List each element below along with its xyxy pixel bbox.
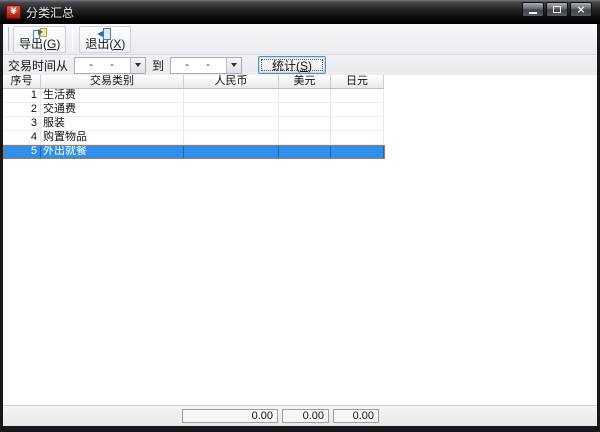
toolbar: 导出(G) 退出(X) <box>3 24 597 55</box>
minimize-icon <box>529 11 537 14</box>
row-category: 服装 <box>41 117 184 131</box>
maximize-icon <box>553 6 561 13</box>
date-from-value: - - <box>89 58 116 71</box>
close-icon: × <box>576 3 586 16</box>
row-usd <box>279 89 331 103</box>
table-row[interactable]: 4 购置物品 <box>3 131 385 145</box>
row-rmb <box>184 145 279 159</box>
window-controls: × <box>522 2 592 17</box>
table-row[interactable]: 1 生活费 <box>3 89 385 103</box>
table-header: 序号 交易类别 人民币 美元 日元 <box>3 75 385 89</box>
row-jpy <box>331 131 384 145</box>
row-usd <box>279 145 331 159</box>
maximize-button[interactable] <box>546 2 568 17</box>
row-jpy <box>331 117 384 131</box>
window-title: 分类汇总 <box>26 5 75 20</box>
summary-table: 序号 交易类别 人民币 美元 日元 1 生活费 2 交通费 3 服装 4 购置物… <box>3 75 597 405</box>
exit-icon <box>97 27 113 40</box>
filter-bar: 交易时间从 - - 到 - - 统计(S) <box>3 55 597 75</box>
date-to-dropdown-icon[interactable] <box>226 57 242 73</box>
toolbar-separator <box>72 27 74 51</box>
export-button[interactable]: 导出(G) <box>13 25 67 53</box>
app-icon-glyph: ¥ <box>10 6 17 17</box>
row-usd <box>279 103 331 117</box>
date-from-combo[interactable]: - - <box>74 56 147 74</box>
date-from-dropdown-icon[interactable] <box>130 57 146 73</box>
row-rmb <box>184 131 279 145</box>
close-button[interactable]: × <box>570 2 592 17</box>
row-usd <box>279 117 331 131</box>
total-rmb: 0.00 <box>182 409 278 423</box>
table-row[interactable]: 2 交通费 <box>3 103 385 117</box>
totals-bar: 0.00 0.00 0.00 <box>3 405 597 426</box>
column-header-rmb[interactable]: 人民币 <box>184 75 279 89</box>
exit-button[interactable]: 退出(X) <box>79 25 132 53</box>
export-icon <box>32 27 48 39</box>
table-row-selected[interactable]: 5 外出就餐 <box>3 145 385 159</box>
date-to-value: - - <box>185 58 212 71</box>
total-usd: 0.00 <box>282 409 329 423</box>
row-category: 生活费 <box>41 89 184 103</box>
row-no: 5 <box>3 145 41 159</box>
titlebar: ¥ 分类汇总 × <box>0 0 600 24</box>
column-header-no[interactable]: 序号 <box>3 75 41 89</box>
row-no: 1 <box>3 89 41 103</box>
minimize-button[interactable] <box>522 2 544 17</box>
row-rmb <box>184 89 279 103</box>
row-jpy <box>331 89 384 103</box>
row-jpy <box>331 145 384 159</box>
table-row[interactable]: 3 服装 <box>3 117 385 131</box>
row-rmb <box>184 103 279 117</box>
column-header-usd[interactable]: 美元 <box>279 75 331 89</box>
client-area: 导出(G) 退出(X) 交易时间从 - - 到 - - 统计(S) 序号 交易类… <box>3 24 597 426</box>
date-from-label: 交易时间从 <box>8 58 69 73</box>
date-to-label: 到 <box>152 58 165 73</box>
row-category: 交通费 <box>41 103 184 117</box>
row-jpy <box>331 103 384 117</box>
column-header-category[interactable]: 交易类别 <box>41 75 184 89</box>
row-category: 外出就餐 <box>41 145 184 159</box>
export-button-label: 导出(G) <box>19 36 61 51</box>
row-rmb <box>184 117 279 131</box>
row-usd <box>279 131 331 145</box>
column-header-jpy[interactable]: 日元 <box>331 75 384 89</box>
date-to-combo[interactable]: - - <box>170 56 243 74</box>
row-category: 购置物品 <box>41 131 184 145</box>
app-window: ¥ 分类汇总 × 导出(G) 退出(X) 交易时间从 - - 到 - - 统计(… <box>0 0 600 432</box>
row-no: 3 <box>3 117 41 131</box>
app-icon[interactable]: ¥ <box>6 5 21 19</box>
total-jpy: 0.00 <box>333 409 379 423</box>
row-no: 2 <box>3 103 41 117</box>
row-no: 4 <box>3 131 41 145</box>
toolbar-grip[interactable] <box>6 27 9 51</box>
stats-button[interactable]: 统计(S) <box>258 56 327 74</box>
stats-button-label: 统计(S) <box>272 59 313 73</box>
